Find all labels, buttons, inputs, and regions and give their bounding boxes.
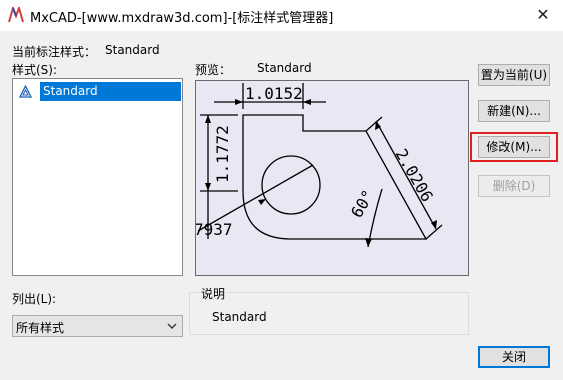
dim-slant: 2.0206 bbox=[392, 146, 437, 206]
arrow-left-top bbox=[205, 115, 211, 123]
arrow-angle bbox=[365, 238, 372, 247]
styles-list[interactable]: Standard bbox=[12, 78, 183, 276]
list-filter-value: 所有样式 bbox=[16, 321, 65, 335]
dim-top-width: 1.0152 bbox=[245, 84, 303, 103]
new-button[interactable]: 新建(N)... bbox=[478, 100, 550, 122]
close-window-button[interactable]: ✕ bbox=[523, 0, 563, 31]
title-bar: MxCAD-[www.mxdraw3d.com]-[标注样式管理器] ✕ bbox=[0, 0, 563, 31]
dim-radius: 7937 bbox=[196, 220, 233, 239]
style-item-label: Standard bbox=[40, 82, 181, 101]
dim-angle: 60° bbox=[347, 186, 378, 221]
arrow-left-bottom bbox=[205, 183, 211, 191]
dimstyle-icon bbox=[19, 85, 32, 98]
style-preview: 1.0152 1.1772 2.0206 60° 7937 bbox=[195, 80, 469, 276]
preview-label: 预览： bbox=[195, 63, 232, 77]
delete-button[interactable]: 删除(D) bbox=[478, 175, 550, 197]
dim-left-height: 1.1772 bbox=[213, 125, 232, 183]
modify-button-highlight bbox=[470, 132, 558, 162]
preview-style-name: Standard bbox=[257, 61, 312, 75]
window-title: MxCAD-[www.mxdraw3d.com]-[标注样式管理器] bbox=[30, 11, 334, 26]
description-text: Standard bbox=[212, 310, 267, 324]
hole-circle bbox=[261, 155, 321, 215]
current-style-label: 当前标注样式： bbox=[12, 45, 97, 59]
part-outline bbox=[242, 114, 428, 240]
arrow-top-right bbox=[303, 99, 311, 105]
styles-label: 样式(S): bbox=[12, 63, 58, 77]
arrow-radius bbox=[258, 199, 266, 205]
current-style-value: Standard bbox=[105, 43, 160, 57]
close-button[interactable]: 关闭 bbox=[478, 346, 550, 368]
mxcad-logo-icon bbox=[8, 7, 24, 23]
set-current-button[interactable]: 置为当前(U) bbox=[478, 64, 550, 86]
close-icon: ✕ bbox=[536, 5, 550, 24]
description-title: 说明 bbox=[199, 285, 228, 302]
list-filter-dropdown[interactable]: 所有样式 bbox=[12, 315, 183, 337]
list-filter-label: 列出(L): bbox=[12, 292, 57, 306]
preview-drawing: 1.0152 1.1772 2.0206 60° 7937 bbox=[196, 83, 443, 248]
chevron-down-icon bbox=[167, 323, 177, 329]
arrow-top-left bbox=[235, 99, 243, 105]
list-item[interactable]: Standard bbox=[17, 82, 181, 101]
